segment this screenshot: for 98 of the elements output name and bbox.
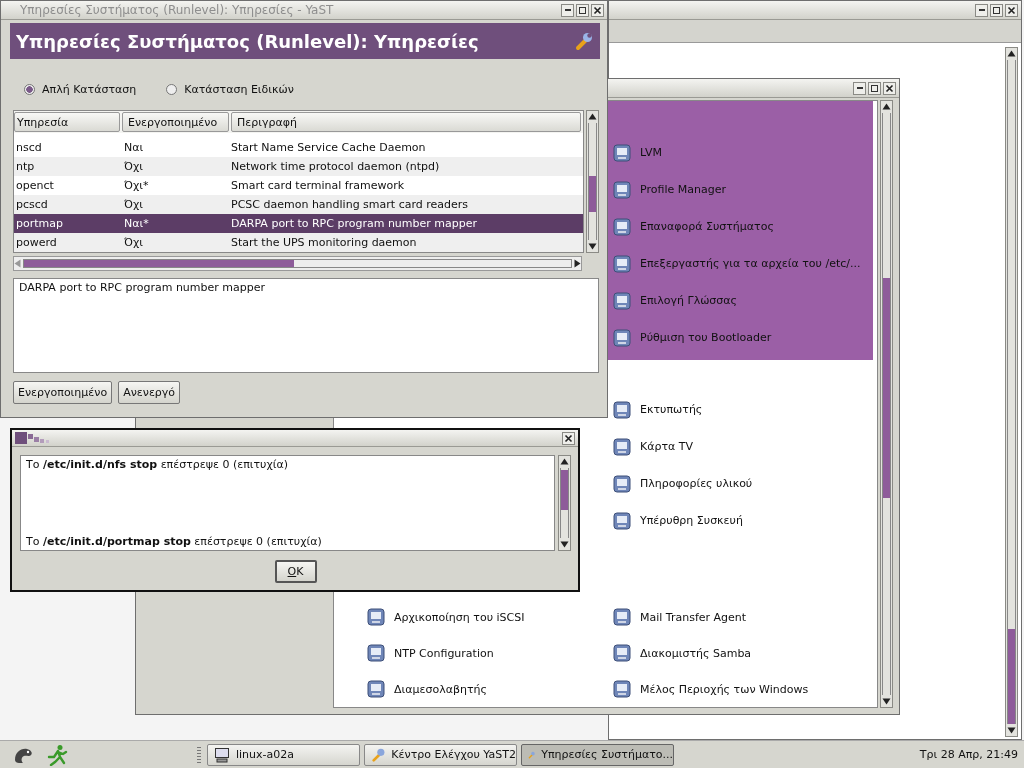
app-icon (612, 179, 632, 200)
down-arrow-icon (588, 243, 597, 250)
app-icon (612, 253, 632, 274)
minimize-button[interactable] (561, 3, 574, 17)
module-item[interactable]: Ρύθμιση του Bootloader (612, 327, 772, 348)
scroll-thumb[interactable] (589, 176, 596, 212)
close-icon (593, 5, 602, 15)
description-text: DARPA port to RPC program number mapper (13, 278, 599, 373)
app-icon (612, 142, 632, 163)
up-arrow-icon (1007, 50, 1016, 57)
window-title: Υπηρεσίες Συστήματος (Runlevel): Υπηρεσίες - YaST (19, 3, 335, 17)
taskbar-button[interactable]: Κέντρο Ελέγχου YaST2 (364, 743, 517, 766)
down-arrow-icon (882, 698, 891, 705)
up-arrow-icon (882, 103, 891, 110)
close-button[interactable] (1005, 3, 1018, 17)
selected-row[interactable]: portmap Ναι* DARPA port to RPC program number mapper (14, 214, 583, 233)
minimize-icon (564, 9, 571, 11)
app-icon (612, 679, 632, 699)
module-item[interactable]: Υπέρυθρη Συσκευή (612, 510, 743, 531)
left-arrow-icon (14, 259, 21, 268)
module-item[interactable]: LVM (612, 142, 662, 163)
running-man-icon (46, 743, 68, 766)
scroll-thumb[interactable] (883, 278, 890, 498)
module-item[interactable]: Κάρτα TV (612, 436, 694, 457)
column-header[interactable]: Περιγραφή (231, 112, 581, 132)
close-icon (1007, 5, 1016, 15)
action-button[interactable]: Ανενεργό (118, 381, 181, 404)
module-item[interactable]: Επαναφορά Συστήματος (612, 216, 774, 237)
app-icon (612, 216, 632, 237)
taskbar-button[interactable]: linux-a02a (207, 743, 360, 766)
maximize-icon (870, 83, 879, 93)
dialog-title: Υπηρεσίες Συστήματος (Runlevel): Υπηρεσίες (16, 30, 479, 52)
column-header[interactable]: Ενεργοποιημένο (122, 112, 229, 132)
app-icon (612, 510, 632, 531)
app-icon (612, 399, 632, 420)
minimize-icon (978, 9, 985, 11)
log-line: Το /etc/init.d/nfs stop επέστρεψε 0 (επιτυχία) (26, 458, 290, 471)
down-arrow-icon (560, 541, 569, 548)
radio-option[interactable]: Κατάσταση Ειδικών (166, 78, 294, 100)
wrench-icon (574, 31, 594, 51)
radio-option[interactable]: Απλή Κατάσταση (24, 78, 137, 100)
module-item[interactable]: Επεξεργαστής για τα αρχεία του /etc/... (612, 253, 861, 274)
app-icon (366, 643, 386, 663)
close-button[interactable] (883, 81, 896, 95)
action-button[interactable]: Ενεργοποιημένο (13, 381, 113, 404)
app-icon (612, 473, 632, 494)
up-arrow-icon (560, 458, 569, 465)
drag-handle[interactable] (197, 746, 201, 763)
scroll-thumb[interactable] (24, 260, 294, 267)
app-icon (366, 607, 386, 627)
module-item[interactable]: Πληροφορίες υλικού (612, 473, 753, 494)
app-icon (612, 327, 632, 348)
module-item[interactable]: NTP Configuration (366, 643, 494, 663)
module-item[interactable]: Αρχικοποίηση του iSCSI (366, 607, 525, 627)
scrollbar[interactable] (13, 256, 582, 271)
minimize-icon (856, 87, 863, 89)
computer-icon (214, 746, 230, 763)
module-item[interactable]: Μέλος Περιοχής των Windows (612, 679, 809, 699)
column-header[interactable]: Υπηρεσία (14, 112, 120, 132)
app-icon (612, 290, 632, 311)
up-arrow-icon (588, 113, 597, 120)
module-item[interactable]: Επιλογή Γλώσσας (612, 290, 737, 311)
log-line: Το /etc/init.d/portmap stop επέστρεψε 0 (επιτυχία) (26, 535, 323, 548)
scroll-thumb[interactable] (1008, 629, 1015, 724)
app-icon (366, 679, 386, 699)
module-item[interactable]: Εκτυπωτής (612, 399, 703, 420)
scrollbar[interactable] (586, 110, 599, 253)
module-item[interactable]: Διαμεσολαβητής (366, 679, 487, 699)
minimize-button[interactable] (853, 81, 866, 95)
taskbar-button[interactable]: Υπηρεσίες Συστήματο... (521, 743, 674, 766)
minimize-button[interactable] (975, 3, 988, 17)
scrollbar[interactable] (558, 455, 571, 551)
close-button[interactable] (591, 3, 604, 17)
ok-button[interactable]: OK (274, 560, 317, 583)
table-row[interactable]: pcscd Όχι PCSC daemon handling smart card readers (14, 195, 583, 214)
maximize-button[interactable] (990, 3, 1003, 17)
close-button[interactable] (562, 431, 575, 445)
maximize-icon (992, 5, 1001, 15)
scrollbar[interactable] (1005, 47, 1018, 737)
table-row[interactable]: ntp Όχι Network time protocol daemon (ntpd) (14, 157, 583, 176)
maximize-icon (578, 5, 587, 15)
down-arrow-icon (1007, 727, 1016, 734)
module-item[interactable]: Mail Transfer Agent (612, 607, 747, 627)
table-row[interactable]: powerd Όχι Start the UPS monitoring daemon (14, 233, 583, 252)
scrollbar[interactable] (880, 100, 893, 708)
clock: Τρι 28 Απρ, 21:49 (919, 748, 1019, 761)
app-icon (612, 436, 632, 457)
scroll-thumb[interactable] (561, 470, 568, 510)
app-icon (612, 643, 632, 663)
maximize-button[interactable] (576, 3, 589, 17)
right-arrow-icon (574, 259, 581, 268)
module-item[interactable]: Διακομιστής Samba (612, 643, 752, 663)
wrench-icon (371, 746, 386, 763)
module-item[interactable]: Profile Manager (612, 179, 726, 200)
close-icon (885, 83, 894, 93)
app-icon (612, 607, 632, 627)
close-icon (564, 433, 573, 443)
maximize-button[interactable] (868, 81, 881, 95)
